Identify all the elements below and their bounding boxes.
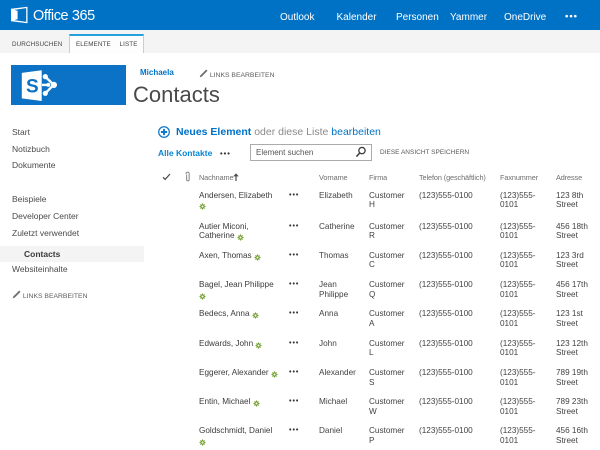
svg-text:S: S — [26, 77, 39, 98]
